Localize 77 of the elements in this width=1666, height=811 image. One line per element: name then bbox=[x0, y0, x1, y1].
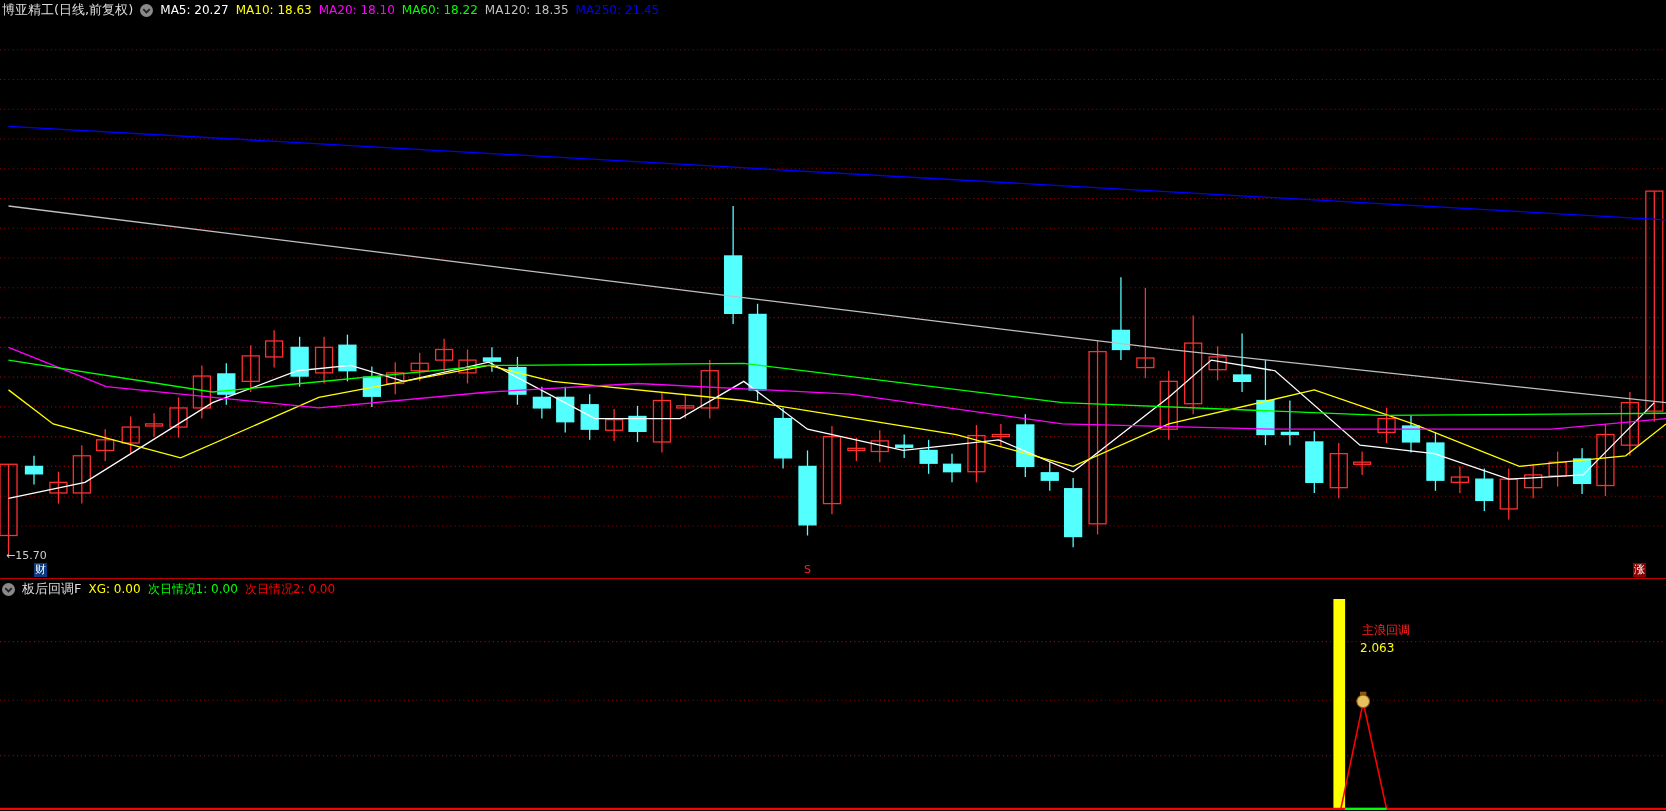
candlestick bbox=[1499, 467, 1518, 521]
indicator-value: 次日情况1: 0.00 bbox=[147, 580, 238, 598]
candlestick bbox=[169, 396, 188, 439]
candlestick bbox=[1401, 414, 1421, 454]
candlestick bbox=[290, 336, 309, 388]
candlestick bbox=[919, 439, 938, 475]
candlestick bbox=[338, 333, 357, 382]
candlestick bbox=[410, 352, 429, 382]
indicator-value: MA250: 21.45 bbox=[575, 3, 660, 17]
candlestick bbox=[217, 362, 236, 406]
candlestick bbox=[24, 455, 44, 486]
indicator-value: MA5: 20.27 bbox=[160, 3, 229, 17]
candlestick bbox=[121, 415, 140, 455]
annotation-label: 主浪回调 bbox=[1362, 622, 1410, 639]
candlestick bbox=[1232, 332, 1252, 393]
candlestick bbox=[144, 412, 164, 438]
candlestick bbox=[1016, 413, 1035, 478]
candlestick bbox=[96, 428, 115, 462]
indicator-value: MA10: 18.63 bbox=[235, 3, 312, 17]
indicator-value: 次日情况2: 0.00 bbox=[244, 580, 336, 598]
candlestick bbox=[458, 348, 477, 385]
candlestick bbox=[942, 453, 962, 483]
candlestick bbox=[1159, 370, 1178, 441]
price-label: ←15.70 bbox=[6, 549, 47, 562]
indicator-title: 板后回调F bbox=[22, 580, 82, 598]
candlestick bbox=[508, 356, 527, 406]
chart-marker: 涨 bbox=[1633, 563, 1646, 577]
candlestick bbox=[1280, 399, 1300, 446]
candlestick bbox=[1353, 450, 1372, 476]
candlestick bbox=[1548, 450, 1567, 488]
candlestick bbox=[362, 365, 381, 408]
candlestick bbox=[482, 346, 502, 373]
candlestick bbox=[676, 394, 695, 420]
candlestick bbox=[628, 405, 647, 443]
candlestick bbox=[700, 359, 719, 420]
candlestick bbox=[192, 364, 211, 420]
dropdown-icon[interactable] bbox=[140, 3, 154, 17]
candlestick bbox=[847, 437, 866, 462]
indicator-value: XG: 0.00 bbox=[88, 582, 141, 596]
candlestick bbox=[49, 471, 68, 505]
candlestick bbox=[435, 338, 454, 372]
candlestick bbox=[1524, 463, 1543, 499]
candlestick bbox=[314, 336, 334, 385]
candlestick bbox=[1572, 447, 1592, 495]
indicator-value: MA20: 18.10 bbox=[318, 3, 395, 17]
candlestick bbox=[605, 408, 624, 442]
candlestick bbox=[1208, 345, 1227, 381]
candlestick bbox=[1064, 477, 1083, 548]
candlestick bbox=[386, 361, 405, 395]
candlestick bbox=[773, 407, 793, 470]
candlestick bbox=[1377, 407, 1396, 444]
candlestick bbox=[265, 329, 284, 369]
candlestick bbox=[1475, 467, 1494, 512]
candlestick bbox=[1305, 430, 1324, 494]
candlestick bbox=[991, 423, 1010, 448]
candlestick bbox=[652, 391, 672, 454]
candlestick bbox=[580, 393, 599, 441]
candlestick bbox=[870, 429, 889, 463]
candlestick bbox=[1040, 461, 1059, 492]
candlestick bbox=[532, 386, 551, 420]
chart-marker: S bbox=[803, 563, 812, 577]
candlestick bbox=[556, 386, 575, 434]
window-title: 博亚精工(日线,前复权) bbox=[2, 1, 134, 19]
candlestick bbox=[1620, 391, 1640, 457]
chart-marker: 财 bbox=[34, 563, 47, 577]
candlestick bbox=[967, 424, 986, 483]
candlestick bbox=[241, 344, 260, 393]
indicator-value: MA60: 18.22 bbox=[401, 3, 478, 17]
candlestick bbox=[72, 444, 91, 505]
candlestick bbox=[1426, 431, 1445, 492]
candlestick bbox=[895, 433, 914, 459]
annotation-value: 2.063 bbox=[1360, 641, 1395, 655]
indicator-value: MA120: 18.35 bbox=[484, 3, 569, 17]
dropdown-icon[interactable] bbox=[2, 582, 15, 596]
money-bag-icon bbox=[1356, 691, 1371, 709]
candlestick bbox=[1450, 465, 1470, 494]
candlestick bbox=[1329, 442, 1348, 499]
